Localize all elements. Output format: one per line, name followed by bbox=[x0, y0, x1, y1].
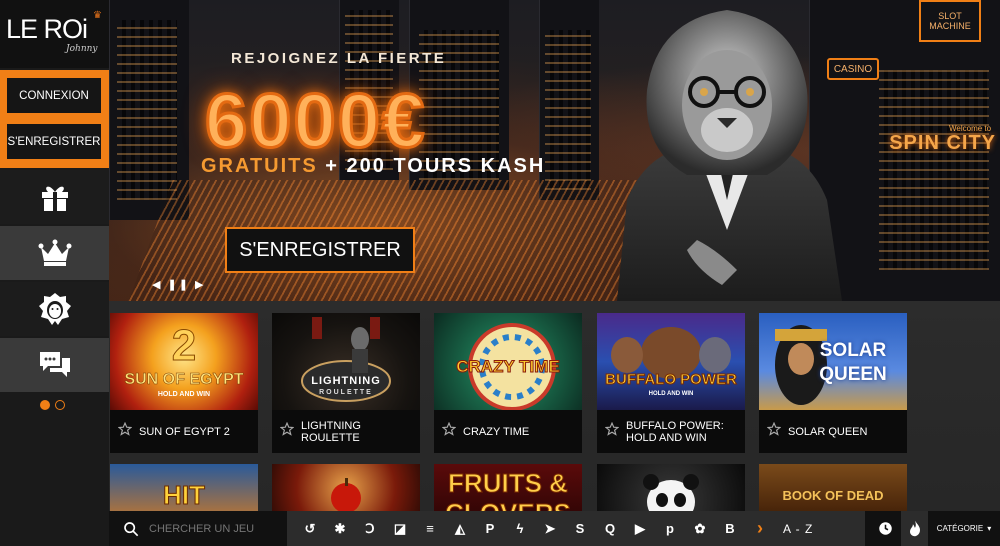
slide-controls[interactable]: ◀ ❚❚ ▶ bbox=[152, 278, 205, 291]
brand-logo[interactable]: LE ROi ♛ Johnny bbox=[0, 0, 109, 68]
hero-register-button[interactable]: S'ENREGISTRER bbox=[225, 227, 415, 273]
game-thumb-title: BOOK OF DEAD bbox=[782, 488, 884, 503]
register-button[interactable]: S'ENREGISTRER bbox=[6, 123, 102, 160]
hero-bonus-amount: 6000€ bbox=[203, 78, 427, 166]
provider-icon[interactable]: B bbox=[715, 511, 745, 546]
game-thumbnail[interactable]: 2 SUN OF EGYPT HOLD AND WIN bbox=[110, 313, 258, 410]
game-card[interactable]: BUFFALO POWER HOLD AND WIN BUFFALO POWER… bbox=[597, 313, 745, 453]
provider-icon[interactable]: ➤ bbox=[535, 511, 565, 546]
az-sort-button[interactable]: A - Z bbox=[783, 522, 813, 536]
lion-icon bbox=[38, 293, 71, 325]
game-card[interactable]: LIGHTNING ROULETTE LIGHTNING ROULETTE bbox=[272, 313, 420, 453]
provider-icon[interactable]: P bbox=[475, 511, 505, 546]
provider-filter-bar: ↺ ✱ Ↄ ◪ ≡ ◭ P ϟ ➤ S Q ▶ p ✿ B › A - Z bbox=[287, 511, 865, 546]
game-thumbnail[interactable]: BUFFALO POWER HOLD AND WIN bbox=[597, 313, 745, 410]
game-card[interactable]: 2 SUN OF EGYPT HOLD AND WIN SUN OF EGYPT… bbox=[110, 313, 258, 453]
provider-icon[interactable]: ◭ bbox=[445, 511, 475, 546]
game-thumbnail[interactable]: LIGHTNING ROULETTE bbox=[272, 313, 420, 410]
favorite-star-icon[interactable] bbox=[441, 421, 457, 441]
game-name: BUFFALO POWER: HOLD AND WIN bbox=[626, 419, 724, 444]
page: LE ROi ♛ Johnny CONNEXION S'ENREGISTRER bbox=[0, 0, 1000, 546]
game-thumb-title: HIT bbox=[163, 480, 206, 511]
hot-button[interactable] bbox=[901, 511, 929, 546]
provider-icon[interactable]: ϟ bbox=[505, 511, 535, 546]
game-name: SOLAR QUEEN bbox=[788, 425, 868, 438]
hero-offer-spins: + 200 TOURS KASH bbox=[317, 155, 546, 177]
favorite-star-icon[interactable] bbox=[279, 421, 295, 441]
game-name: CRAZY TIME bbox=[463, 425, 530, 438]
clock-icon bbox=[878, 522, 892, 535]
hero-banner[interactable]: SLOT MACHINE CASINO Welcome to SPIN CITY bbox=[109, 0, 1000, 301]
game-caption: SOLAR QUEEN bbox=[759, 410, 907, 453]
search-icon[interactable] bbox=[123, 521, 139, 537]
game-card[interactable]: SOLAR QUEEN SOLAR QUEEN bbox=[759, 313, 907, 453]
provider-icon[interactable]: ▶ bbox=[625, 511, 655, 546]
provider-icon[interactable]: Ↄ bbox=[355, 511, 385, 546]
sidebar-item-vip[interactable] bbox=[0, 226, 109, 280]
logo-text: LE ROi bbox=[6, 14, 88, 44]
slider-dot-2[interactable] bbox=[55, 400, 65, 410]
provider-icon[interactable]: ↺ bbox=[295, 511, 325, 546]
category-label: CATÉGORIE bbox=[936, 524, 984, 533]
provider-icon[interactable]: ≡ bbox=[415, 511, 445, 546]
game-name: LIGHTNING ROULETTE bbox=[301, 419, 361, 444]
game-thumb-sub: ROULETTE bbox=[319, 389, 373, 396]
sidebar-item-lion[interactable] bbox=[0, 282, 109, 336]
game-badge: 2 bbox=[171, 321, 197, 371]
search-area bbox=[109, 511, 287, 546]
sidebar-item-promotions[interactable] bbox=[0, 170, 109, 224]
provider-icon[interactable]: p bbox=[655, 511, 685, 546]
game-card[interactable]: CRAZY TIME CRAZY TIME bbox=[434, 313, 582, 453]
hero-tagline: REJOIGNEZ LA FIERTE bbox=[231, 50, 447, 67]
provider-icon[interactable]: Q bbox=[595, 511, 625, 546]
game-thumb-title: SOLAR QUEEN bbox=[819, 340, 887, 385]
chevron-down-icon: ▾ bbox=[987, 524, 992, 533]
game-name: SUN OF EGYPT 2 bbox=[139, 425, 230, 438]
hero-offer: GRATUITS + 200 TOURS KASH bbox=[201, 155, 545, 178]
provider-icon[interactable]: ◪ bbox=[385, 511, 415, 546]
search-input[interactable] bbox=[149, 522, 279, 535]
game-thumbnail[interactable]: CRAZY TIME bbox=[434, 313, 582, 410]
chat-icon bbox=[39, 352, 70, 377]
game-thumb-title: SUN OF EGYPT bbox=[124, 371, 244, 389]
favorite-star-icon[interactable] bbox=[117, 421, 133, 441]
game-thumb-title: LIGHTNING bbox=[311, 375, 381, 387]
category-dropdown[interactable]: CATÉGORIE ▾ bbox=[928, 511, 1000, 546]
provider-icon[interactable]: ✿ bbox=[685, 511, 715, 546]
game-caption: SUN OF EGYPT 2 bbox=[110, 410, 258, 453]
game-thumb-title: BUFFALO POWER bbox=[605, 371, 738, 389]
game-thumbnail[interactable]: SOLAR QUEEN bbox=[759, 313, 907, 410]
logo-crown-icon: ♛ bbox=[93, 10, 102, 21]
slot-machine-sign: SLOT MACHINE bbox=[919, 0, 981, 42]
apple-icon bbox=[331, 478, 361, 513]
auth-panel: CONNEXION S'ENREGISTRER bbox=[0, 70, 109, 168]
game-caption: BUFFALO POWER: HOLD AND WIN bbox=[597, 410, 745, 453]
game-thumb-title: CRAZY TIME bbox=[456, 357, 561, 377]
chevron-right-icon[interactable]: › bbox=[745, 511, 775, 546]
favorite-star-icon[interactable] bbox=[604, 421, 620, 441]
recent-button[interactable] bbox=[871, 511, 899, 546]
lion-mascot bbox=[587, 0, 862, 301]
game-thumb-sub: HOLD AND WIN bbox=[648, 391, 694, 397]
flame-icon bbox=[909, 520, 921, 537]
game-caption: LIGHTNING ROULETTE bbox=[272, 410, 420, 453]
provider-icon[interactable]: ✱ bbox=[325, 511, 355, 546]
logo-subtext: Johnny bbox=[66, 44, 98, 54]
bottom-toolbar: ↺ ✱ Ↄ ◪ ≡ ◭ P ϟ ➤ S Q ▶ p ✿ B › A - Z bbox=[109, 511, 1000, 546]
sidebar-item-chat[interactable] bbox=[0, 338, 109, 392]
hero-offer-free: GRATUITS bbox=[201, 155, 318, 177]
login-button[interactable]: CONNEXION bbox=[6, 77, 102, 114]
provider-icon[interactable]: S bbox=[565, 511, 595, 546]
spin-city-sign: SPIN CITY bbox=[889, 132, 996, 154]
slider-dot-1[interactable] bbox=[40, 400, 50, 410]
slider-pagination bbox=[40, 400, 65, 410]
sidebar: LE ROi ♛ Johnny CONNEXION S'ENREGISTRER bbox=[0, 0, 109, 546]
game-caption: CRAZY TIME bbox=[434, 410, 582, 453]
gift-icon bbox=[41, 186, 68, 211]
favorite-star-icon[interactable] bbox=[766, 421, 782, 441]
crown-icon bbox=[38, 239, 71, 266]
game-thumb-sub: HOLD AND WIN bbox=[157, 391, 211, 398]
